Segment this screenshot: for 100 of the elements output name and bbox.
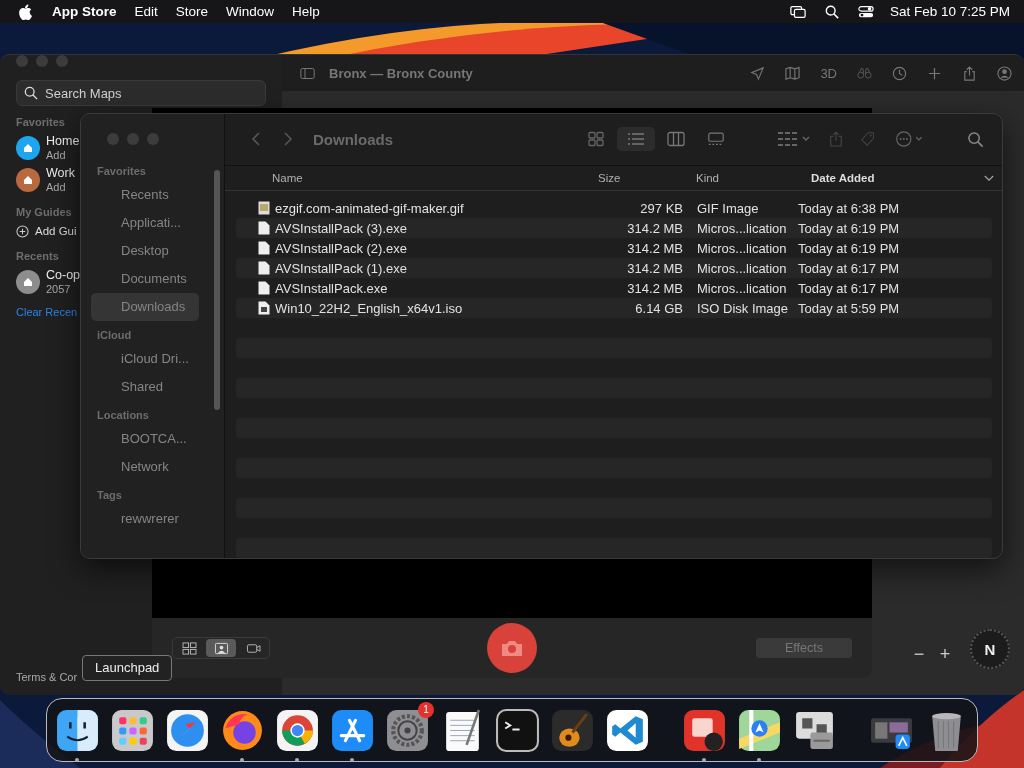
toggles-icon[interactable] <box>857 4 874 19</box>
file-kind: GIF Image <box>696 200 760 216</box>
app-grid-icon[interactable] <box>110 707 155 753</box>
account-icon[interactable] <box>997 65 1012 81</box>
place-name[interactable]: Co-op <box>46 268 81 282</box>
file-size: 314.2 MB <box>626 240 683 256</box>
add-guide-link[interactable]: Add Gui <box>35 225 77 237</box>
menu-item[interactable]: Window <box>226 4 275 19</box>
3d-toggle[interactable]: 3D <box>820 65 837 81</box>
column-header[interactable]: Size <box>598 171 621 184</box>
file-name[interactable]: AVSInstallPack (3).exe <box>275 220 605 236</box>
stroke-a-icon[interactable] <box>330 707 375 753</box>
file-size: 314.2 MB <box>626 280 683 296</box>
list-view-icon[interactable] <box>617 127 655 152</box>
gear-icon[interactable] <box>385 707 430 753</box>
sidebar-item[interactable]: iCloud Dri... <box>91 345 199 373</box>
share-icon[interactable] <box>962 65 977 81</box>
photo-camera-icon[interactable] <box>682 707 727 753</box>
place-detail: 2057 <box>46 282 72 296</box>
sidebar-item[interactable]: Desktop <box>91 237 199 265</box>
file-kind: ISO Disk Image <box>696 300 790 316</box>
file-name[interactable]: AVSInstallPack (1).exe <box>275 260 605 276</box>
window-title: Downloads <box>313 130 393 148</box>
file-name[interactable]: ezgif.com-animated-gif-maker.gif <box>275 200 605 216</box>
sidebar-heading: iCloud <box>96 328 133 343</box>
sidebar-icon[interactable] <box>300 65 315 81</box>
search-icon <box>24 86 38 100</box>
file-name[interactable]: Win10_22H2_English_x64v1.iso <box>275 300 605 316</box>
clock-icon[interactable] <box>892 65 907 81</box>
date-added: Today at 6:19 PM <box>798 220 900 236</box>
file-size: 6.14 GB <box>634 300 683 316</box>
zoom-in-button[interactable]: + <box>936 645 954 663</box>
sidebar-item[interactable]: rewwrerer <box>91 505 199 533</box>
date-added: Today at 6:17 PM <box>798 280 900 296</box>
place-name[interactable]: Work <box>46 166 75 180</box>
file-size: 297 KB <box>639 200 683 216</box>
sidebar-heading: Locations <box>96 408 150 423</box>
file-kind: Micros...lication <box>696 220 788 236</box>
search-icon[interactable] <box>823 4 840 19</box>
sidebar-heading: Favorites <box>96 164 147 179</box>
screen-mirroring-icon[interactable] <box>789 4 806 19</box>
file-kind: Micros...lication <box>696 280 788 296</box>
file-name[interactable]: AVSInstallPack.exe <box>275 280 605 296</box>
ribbon-icon[interactable] <box>605 707 650 753</box>
section-heading: My Guides <box>16 206 72 218</box>
clock[interactable]: Sat Feb 10 7:25 PM <box>889 4 1010 19</box>
file-size: 314.2 MB <box>626 220 683 236</box>
sidebar-heading: Tags <box>96 488 123 503</box>
group-icon[interactable] <box>777 131 811 148</box>
date-added: Today at 5:59 PM <box>798 300 900 316</box>
disk-image-icon <box>258 301 270 315</box>
file-size: 314.2 MB <box>626 260 683 276</box>
place-name[interactable]: Home <box>46 134 80 148</box>
document-icon <box>258 281 270 295</box>
terms-link[interactable]: Terms & Cor <box>16 671 78 683</box>
menu-item[interactable]: Help <box>292 4 320 19</box>
shutter-button[interactable] <box>487 623 537 673</box>
notification-badge: 1 <box>418 701 434 718</box>
column-header[interactable]: Date Added <box>811 171 875 184</box>
sidebar-item[interactable]: Shared <box>91 373 199 401</box>
app-menu[interactable]: App Store <box>52 4 117 19</box>
sidebar-item[interactable]: Recents <box>91 181 199 209</box>
date-added: Today at 6:17 PM <box>798 260 900 276</box>
column-header[interactable]: Kind <box>696 171 720 184</box>
file-kind: Micros...lication <box>696 260 788 276</box>
window-title: Bronx — Bronx County <box>329 65 473 81</box>
image-file-icon <box>258 201 270 215</box>
search-field[interactable]: Search Maps <box>16 80 266 106</box>
menu-item[interactable]: Edit <box>134 4 158 19</box>
sidebar-item[interactable]: Applicati... <box>91 209 199 237</box>
map-icon[interactable] <box>737 707 782 753</box>
apple-icon[interactable] <box>18 3 32 20</box>
place-detail: Add <box>46 180 67 194</box>
smiling-face-icon[interactable] <box>55 707 100 753</box>
sidebar-item[interactable]: Network <box>91 453 199 481</box>
camera-icon <box>500 638 524 658</box>
sidebar-item[interactable]: BOOTCA... <box>91 425 199 453</box>
file-name[interactable]: AVSInstallPack (2).exe <box>275 240 605 256</box>
file-kind: Micros...lication <box>696 240 788 256</box>
compass-icon[interactable] <box>165 707 210 753</box>
guitar-icon[interactable] <box>550 707 595 753</box>
section-heading: Favorites <box>16 116 65 128</box>
place-detail: Add <box>46 148 67 162</box>
portrait-icon[interactable] <box>206 639 236 657</box>
compass-button[interactable]: N <box>970 629 1010 669</box>
terminal-icon[interactable] <box>495 707 540 753</box>
sort-chevron-icon[interactable] <box>984 174 994 182</box>
clear-recents-link[interactable]: Clear Recen <box>16 306 78 318</box>
location-arrow-icon[interactable] <box>750 65 766 81</box>
plus-icon[interactable] <box>927 65 942 81</box>
document-icon <box>258 261 270 275</box>
document-icon <box>258 241 270 255</box>
scrollbar[interactable] <box>214 170 220 410</box>
zoom-out-button[interactable]: − <box>910 645 928 663</box>
sidebar-item[interactable]: Documents <box>91 265 199 293</box>
date-added: Today at 6:38 PM <box>798 200 900 216</box>
plus-circle-icon <box>16 224 29 238</box>
document-icon <box>258 221 270 235</box>
column-header[interactable]: Name <box>272 171 303 184</box>
menu-item[interactable]: Store <box>175 4 209 19</box>
